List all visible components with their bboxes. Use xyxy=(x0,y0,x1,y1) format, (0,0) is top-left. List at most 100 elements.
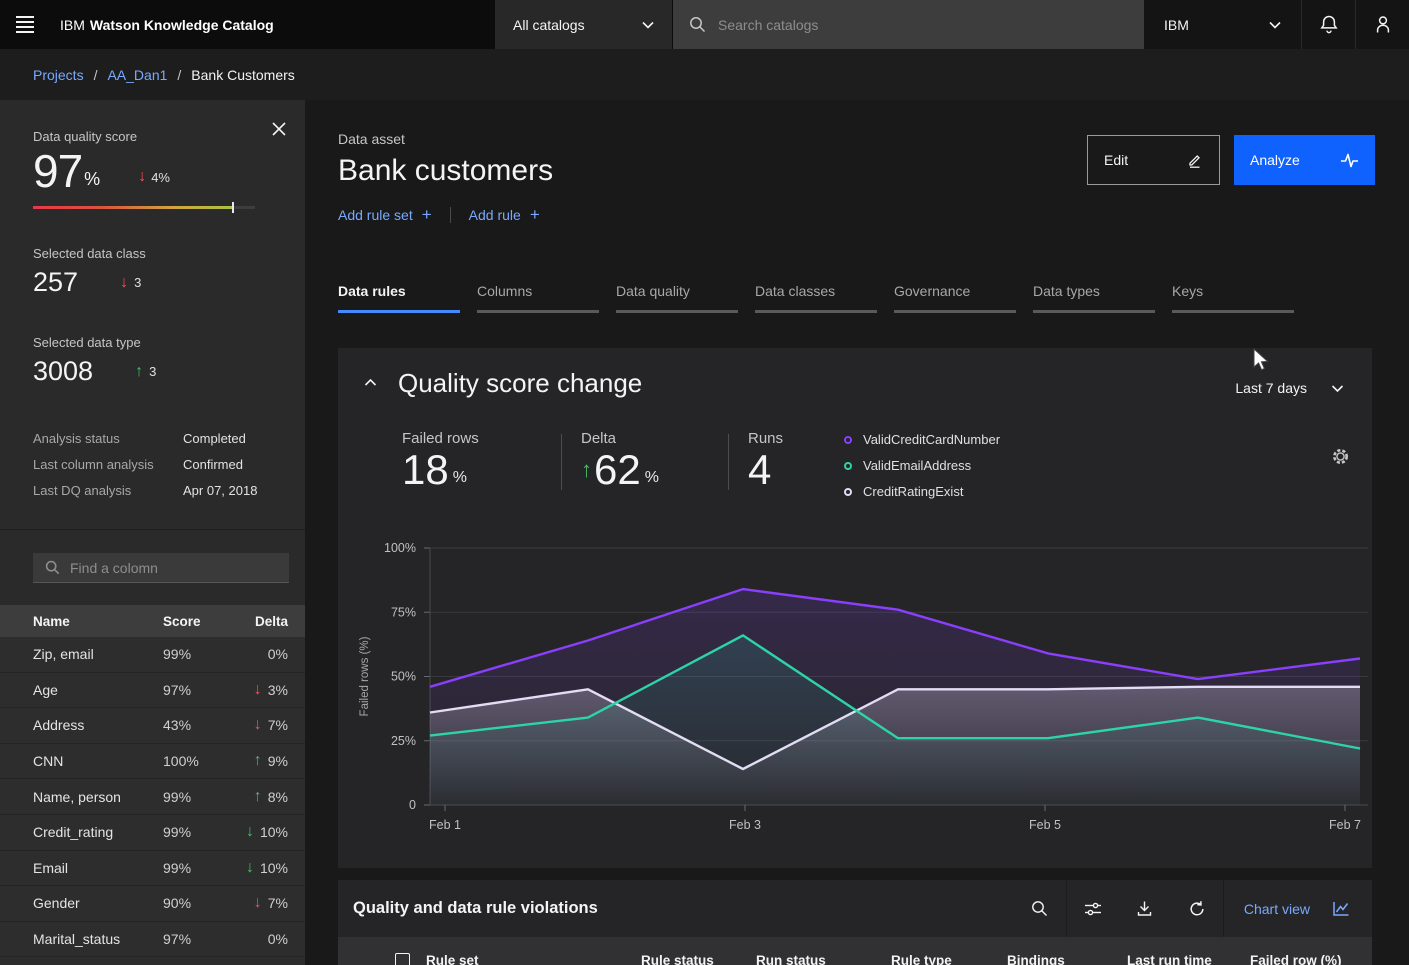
legend-label: ValidCreditCardNumber xyxy=(863,432,1000,447)
svg-text:100%: 100% xyxy=(384,541,416,555)
delta-value: 3% xyxy=(268,682,288,698)
violations-table-header: Rule setRule statusRun statusRule typeBi… xyxy=(338,937,1372,965)
legend-ring-icon xyxy=(844,488,852,496)
tab-data-quality[interactable]: Data quality xyxy=(616,283,738,313)
svg-text:0: 0 xyxy=(409,798,416,812)
tab-columns[interactable]: Columns xyxy=(477,283,599,313)
gear-icon[interactable] xyxy=(1331,447,1350,466)
tab-keys[interactable]: Keys xyxy=(1172,283,1294,313)
breadcrumb-link[interactable]: Projects xyxy=(33,67,84,83)
table-row[interactable]: Zip, email99%0% xyxy=(0,637,305,673)
chevron-down-icon xyxy=(1331,384,1344,393)
cell-delta: 0% xyxy=(229,931,293,947)
data-class-label: Selected data class xyxy=(33,246,305,261)
violations-column-header: Rule set xyxy=(426,953,641,965)
y-axis-label: Failed rows (%) xyxy=(359,636,371,716)
arrow-down-icon: ↓ xyxy=(254,716,262,734)
delta-value: 10% xyxy=(260,824,288,840)
table-row[interactable]: Name, person99%↑8% xyxy=(0,779,305,815)
cell-score: 90% xyxy=(163,895,229,911)
column-header: Name xyxy=(33,614,163,629)
notifications-button[interactable] xyxy=(1301,0,1355,49)
cell-name: CNN xyxy=(33,753,163,769)
chart-view-toggle[interactable]: Chart view xyxy=(1224,880,1372,937)
violations-card: Quality and data rule violations xyxy=(338,880,1372,965)
collapse-chevron-up-icon[interactable] xyxy=(364,378,377,387)
refresh-icon[interactable] xyxy=(1171,880,1223,937)
column-header: Score xyxy=(163,614,229,629)
svg-text:Feb 1: Feb 1 xyxy=(429,818,461,832)
table-row[interactable]: Email99%↓10% xyxy=(0,851,305,887)
catalog-selector-dropdown[interactable]: All catalogs xyxy=(494,0,672,49)
stat-value: 18 xyxy=(402,449,449,491)
account-selector-dropdown[interactable]: IBM xyxy=(1144,0,1301,49)
table-row[interactable]: Address43%↓7% xyxy=(0,708,305,744)
stat-failed-rows: Failed rows18% xyxy=(402,430,542,491)
edit-button[interactable]: Edit xyxy=(1087,135,1220,185)
stat-unit: % xyxy=(453,469,467,487)
violations-column-header: Rule type xyxy=(891,953,1007,965)
arrow-down-icon: ↓ xyxy=(138,168,146,186)
legend-label: CreditRatingExist xyxy=(863,484,963,499)
find-column-input[interactable] xyxy=(70,560,277,576)
select-all-checkbox[interactable] xyxy=(395,953,410,965)
svg-text:75%: 75% xyxy=(391,605,416,619)
violations-column-header: Rule status xyxy=(641,953,756,965)
tab-data-types[interactable]: Data types xyxy=(1033,283,1155,313)
card-title: Quality score change xyxy=(398,368,642,399)
legend-item[interactable]: ValidCreditCardNumber xyxy=(844,432,1000,447)
divider xyxy=(561,434,562,490)
user-profile-button[interactable] xyxy=(1355,0,1409,49)
download-icon[interactable] xyxy=(1119,880,1171,937)
time-range-dropdown[interactable]: Last 7 days xyxy=(1235,380,1344,396)
search-icon xyxy=(1031,900,1048,917)
close-icon[interactable] xyxy=(268,118,290,140)
table-row[interactable]: Marital_status97%0% xyxy=(0,922,305,958)
svg-text:Feb 7: Feb 7 xyxy=(1329,818,1361,832)
add-rule-button[interactable]: Add rule+ xyxy=(469,206,540,223)
detail-value: Apr 07, 2018 xyxy=(183,483,305,498)
tab-data-rules[interactable]: Data rules xyxy=(338,283,460,313)
violations-column-header: Run status xyxy=(756,953,891,965)
detail-label: Last DQ analysis xyxy=(33,483,183,498)
chart-stats: Failed rows18%Delta↑62%Runs4 xyxy=(402,430,783,491)
stat-delta: Delta↑62% xyxy=(581,430,709,491)
bell-icon xyxy=(1319,14,1339,35)
arrow-down-icon: ↓ xyxy=(254,894,262,912)
cell-score: 99% xyxy=(163,824,229,840)
chart-view-icon xyxy=(1332,900,1350,917)
filter-sliders-icon[interactable] xyxy=(1067,880,1119,937)
search-input[interactable] xyxy=(718,17,1128,33)
divider xyxy=(450,207,451,223)
table-search-button[interactable] xyxy=(1014,880,1066,937)
cell-score: 43% xyxy=(163,717,229,733)
columns-table-header: NameScoreDelta xyxy=(0,605,305,637)
stat-unit: % xyxy=(645,469,659,487)
table-row[interactable]: Gender90%↓7% xyxy=(0,886,305,922)
violations-title: Quality and data rule violations xyxy=(338,899,1014,918)
data-class-value: 257 xyxy=(33,267,78,298)
analyze-button[interactable]: Analyze xyxy=(1234,135,1375,185)
app-window: IBMWatson Knowledge Catalog All catalogs… xyxy=(0,0,1409,965)
table-row[interactable]: Age97%↓3% xyxy=(0,673,305,709)
legend-item[interactable]: CreditRatingExist xyxy=(844,484,1000,499)
cell-score: 100% xyxy=(163,753,229,769)
detail-value: Confirmed xyxy=(183,457,305,472)
tab-governance[interactable]: Governance xyxy=(894,283,1016,313)
menu-icon[interactable] xyxy=(0,0,50,49)
legend-item[interactable]: ValidEmailAddress xyxy=(844,458,1000,473)
tab-data-classes[interactable]: Data classes xyxy=(755,283,877,313)
user-icon xyxy=(1373,14,1393,35)
brand-title: IBMWatson Knowledge Catalog xyxy=(50,0,274,49)
violations-column-header: Last run time xyxy=(1127,953,1250,965)
table-row[interactable]: Credit_rating99%↓10% xyxy=(0,815,305,851)
breadcrumb: Projects/AA_Dan1/Bank Customers xyxy=(0,49,1409,100)
legend-ring-icon xyxy=(844,436,852,444)
cell-name: Address xyxy=(33,717,163,733)
breadcrumb-link[interactable]: AA_Dan1 xyxy=(107,67,167,83)
add-rule-set-button[interactable]: Add rule set+ xyxy=(338,206,432,223)
table-row[interactable]: Address199%0% xyxy=(0,957,305,965)
stat-value: 62 xyxy=(594,449,641,491)
cell-name: Marital_status xyxy=(33,931,163,947)
table-row[interactable]: CNN100%↑9% xyxy=(0,744,305,780)
